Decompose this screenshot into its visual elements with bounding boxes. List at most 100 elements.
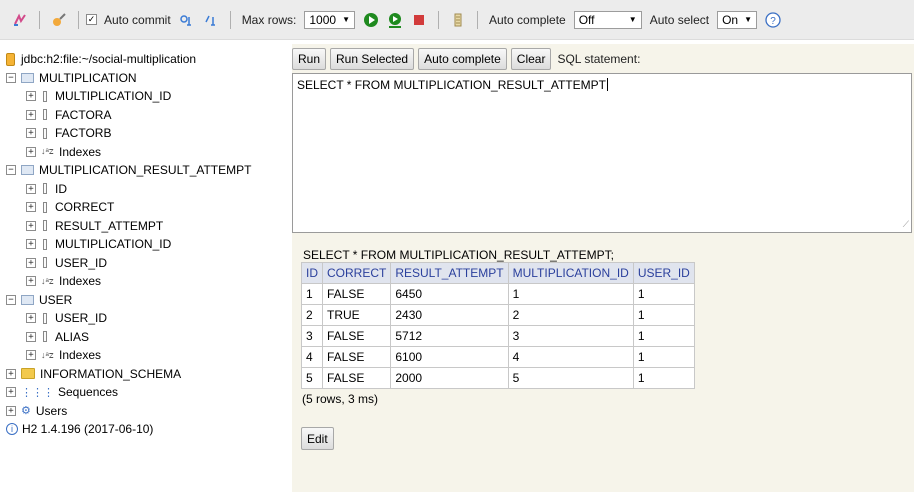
table-node[interactable]: − USER <box>6 291 286 310</box>
edit-button[interactable]: Edit <box>301 427 334 450</box>
resize-handle-icon[interactable]: ⟋ <box>903 219 909 230</box>
table-row: 5 FALSE 2000 5 1 <box>301 367 695 389</box>
expand-icon[interactable]: + <box>26 109 36 120</box>
indexes-icon: ↓ᵃ𝗓 <box>41 146 54 157</box>
expand-icon[interactable]: + <box>26 91 36 102</box>
table-name: MULTIPLICATION <box>39 70 137 85</box>
indexes-node[interactable]: + ↓ᵃ𝗓 Indexes <box>6 272 286 291</box>
column-header[interactable]: CORRECT <box>321 262 392 284</box>
expand-icon[interactable]: + <box>26 128 36 139</box>
toolbar: ✓ Auto commit Max rows: 1000 ▼ Auto comp… <box>0 0 914 40</box>
info-icon: i <box>6 423 18 436</box>
auto-select-value: On <box>722 12 739 27</box>
expand-icon[interactable]: + <box>26 350 36 361</box>
table-icon <box>21 72 34 83</box>
table-cell: FALSE <box>321 283 392 305</box>
table-header-row: ID CORRECT RESULT_ATTEMPT MULTIPLICATION… <box>301 262 695 284</box>
column-header[interactable]: MULTIPLICATION_ID <box>507 262 634 284</box>
schema-node[interactable]: + INFORMATION_SCHEMA <box>6 365 286 384</box>
indexes-node[interactable]: + ↓ᵃ𝗓 Indexes <box>6 346 286 365</box>
column-header[interactable]: ID <box>301 262 323 284</box>
version-label: H2 1.4.196 (2017-06-10) <box>22 422 154 437</box>
column-node[interactable]: + USER_ID <box>6 254 286 273</box>
expand-icon[interactable]: + <box>6 368 16 379</box>
expand-icon[interactable]: + <box>6 387 16 398</box>
sql-editor[interactable]: SELECT * FROM MULTIPLICATION_RESULT_ATTE… <box>292 73 912 233</box>
table-cell: 1 <box>301 283 323 305</box>
expand-icon[interactable]: + <box>26 202 36 213</box>
schema-tree: jdbc:h2:file:~/social-multiplication − M… <box>6 50 286 439</box>
column-node[interactable]: + FACTORB <box>6 124 286 143</box>
text-caret <box>606 78 608 91</box>
column-node[interactable]: + CORRECT <box>6 198 286 217</box>
collapse-icon[interactable]: − <box>6 72 16 83</box>
column-node[interactable]: + MULTIPLICATION_ID <box>6 87 286 106</box>
table-cell: 4 <box>301 346 323 368</box>
column-name: MULTIPLICATION_ID <box>55 237 172 252</box>
expand-icon[interactable]: + <box>26 220 36 231</box>
collapse-icon[interactable]: − <box>6 165 16 176</box>
column-name: ID <box>55 181 67 196</box>
auto-commit-label: Auto commit <box>104 12 171 27</box>
column-node[interactable]: + ALIAS <box>6 328 286 347</box>
column-header[interactable]: USER_ID <box>632 262 695 284</box>
table-node[interactable]: − MULTIPLICATION <box>6 69 286 88</box>
table-cell: 1 <box>507 283 634 305</box>
column-node[interactable]: + RESULT_ATTEMPT <box>6 217 286 236</box>
schema-label: INFORMATION_SCHEMA <box>40 366 182 381</box>
connection-node[interactable]: jdbc:h2:file:~/social-multiplication <box>6 50 286 69</box>
disconnect-icon[interactable] <box>50 11 68 29</box>
max-rows-select[interactable]: 1000 ▼ <box>304 10 355 29</box>
expand-icon[interactable]: + <box>26 331 36 342</box>
column-node[interactable]: + FACTORA <box>6 106 286 125</box>
collapse-icon[interactable]: − <box>6 294 16 305</box>
column-node[interactable]: + ID <box>6 180 286 199</box>
expand-icon[interactable]: + <box>26 183 36 194</box>
column-header[interactable]: RESULT_ATTEMPT <box>390 262 509 284</box>
auto-commit-checkbox[interactable]: ✓ <box>86 14 97 25</box>
stop-icon[interactable] <box>410 11 428 29</box>
auto-complete-button[interactable]: Auto complete <box>418 48 507 70</box>
sql-text: SELECT * FROM MULTIPLICATION_RESULT_ATTE… <box>297 78 606 92</box>
table-cell: TRUE <box>321 304 392 326</box>
query-buttons: Run Run Selected Auto complete Clear SQL… <box>292 48 640 70</box>
auto-select-select[interactable]: On ▼ <box>717 10 758 29</box>
clear-button[interactable]: Clear <box>510 48 552 70</box>
run-icon[interactable] <box>362 11 380 29</box>
toolbar-divider <box>39 10 40 29</box>
column-name: FACTORB <box>55 126 112 141</box>
history-icon[interactable] <box>449 11 467 29</box>
table-cell: 1 <box>632 304 695 326</box>
column-node[interactable]: + USER_ID <box>6 309 286 328</box>
commit-icon[interactable] <box>178 11 196 29</box>
column-node[interactable]: + MULTIPLICATION_ID <box>6 235 286 254</box>
expand-icon[interactable]: + <box>26 313 36 324</box>
column-icon <box>43 257 47 269</box>
table-node[interactable]: − MULTIPLICATION_RESULT_ATTEMPT <box>6 161 286 180</box>
table-cell: 2430 <box>390 304 509 326</box>
table-row: 1 FALSE 6450 1 1 <box>301 283 695 305</box>
indexes-node[interactable]: + ↓ᵃ𝗓 Indexes <box>6 143 286 162</box>
auto-complete-select[interactable]: Off ▼ <box>573 10 642 29</box>
expand-icon[interactable]: + <box>26 257 36 268</box>
rollback-icon[interactable] <box>202 11 220 29</box>
refresh-icon[interactable] <box>11 11 29 29</box>
run-button[interactable]: Run <box>292 48 327 70</box>
run-selected-icon[interactable] <box>386 11 404 29</box>
sequences-node[interactable]: + ⋮⋮⋮ Sequences <box>6 383 286 402</box>
row-count: (5 rows, 3 ms) <box>302 392 379 406</box>
run-selected-button[interactable]: Run Selected <box>330 48 415 70</box>
users-node[interactable]: + ⚙ Users <box>6 402 286 421</box>
expand-icon[interactable]: + <box>6 405 16 416</box>
users-label: Users <box>35 403 68 418</box>
indexes-icon: ↓ᵃ𝗓 <box>41 349 54 360</box>
table-cell: FALSE <box>321 325 392 347</box>
expand-icon[interactable]: + <box>26 146 36 157</box>
expand-icon[interactable]: + <box>26 276 36 287</box>
column-name: USER_ID <box>55 255 108 270</box>
column-icon <box>43 220 47 232</box>
expand-icon[interactable]: + <box>26 239 36 250</box>
folder-icon <box>21 368 35 380</box>
help-icon[interactable]: ? <box>764 11 782 29</box>
table-cell: 1 <box>632 346 695 368</box>
